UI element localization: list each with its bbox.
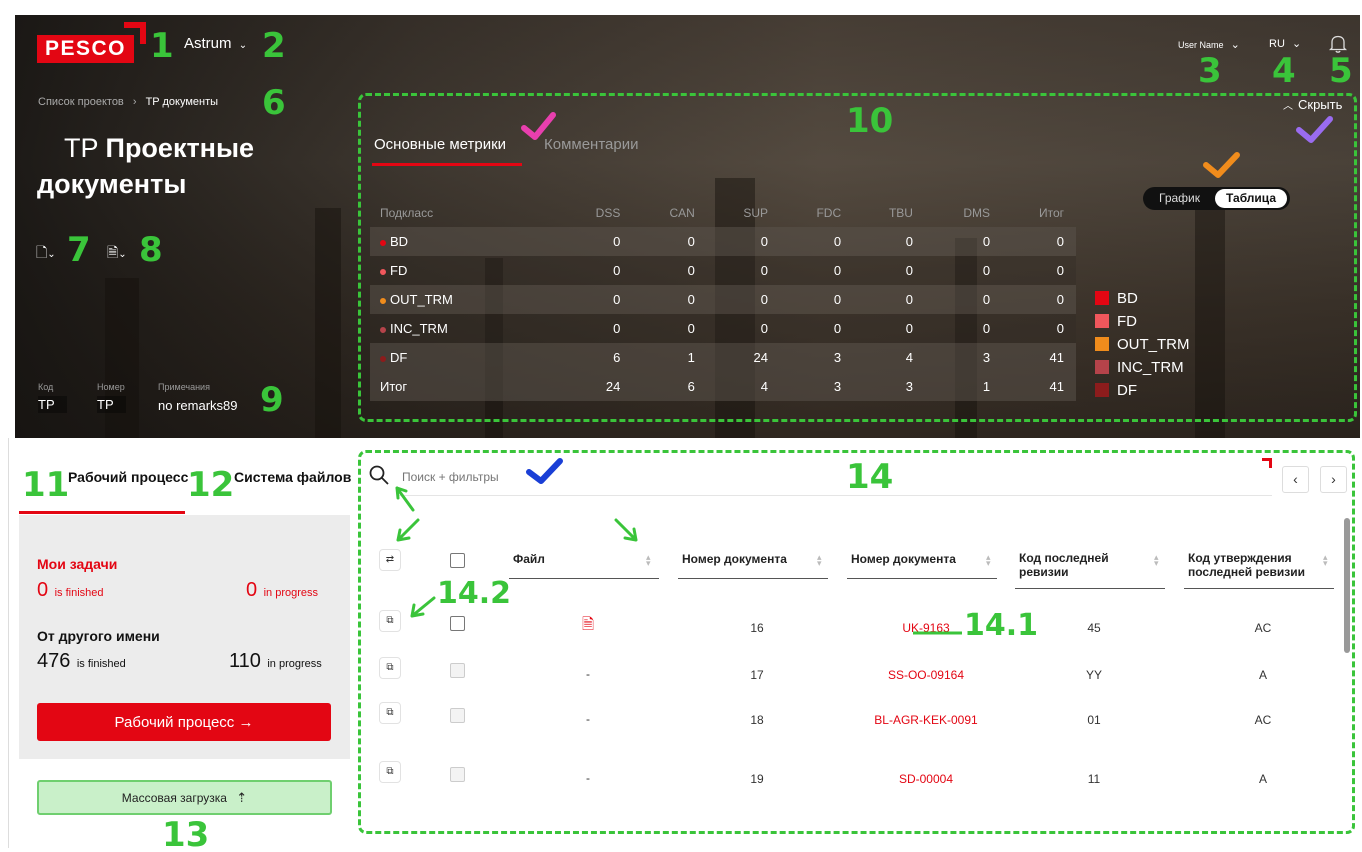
language-code: RU [1269, 38, 1285, 50]
annotation-3: 3 [1198, 51, 1222, 91]
language-selector[interactable]: RU ⌄ [1269, 37, 1301, 50]
workflow-button[interactable]: Рабочий процесс → [37, 703, 331, 741]
code-value: TP [38, 396, 67, 413]
other-progress-value: 110 [229, 650, 261, 672]
page-root: PESCO Astrum ⌄ User Name ⌄ RU ⌄ Список п… [0, 0, 1362, 852]
user-name: User Name [1178, 40, 1224, 50]
my-tasks-heading: Мои задачи [37, 556, 118, 572]
left-border [8, 438, 9, 848]
active-tab-underline [19, 511, 185, 514]
annotation-box-14 [358, 450, 1355, 834]
page-title-prefix: TP [64, 133, 99, 163]
other-heading: От другого имени [37, 628, 160, 644]
other-progress-label: in progress [267, 658, 322, 670]
breadcrumb-parent[interactable]: Список проектов [38, 96, 124, 108]
document-icon: 🗎 [107, 244, 119, 260]
chevron-down-icon: ⌄ [1230, 39, 1240, 51]
annotation-14-1: 14.1 [964, 608, 1039, 643]
annotation-6: 6 [262, 83, 286, 123]
project-name: Astrum [184, 35, 232, 52]
annotation-box-10 [358, 93, 1357, 422]
chevron-down-icon: ⌄ [1291, 38, 1302, 50]
other-progress-count: 110 in progress [229, 650, 322, 673]
my-progress-label: in progress [263, 587, 318, 599]
other-finished-label: is finished [76, 658, 126, 670]
upload-icon: ⇡ [236, 789, 248, 805]
number-value: TP [97, 396, 126, 413]
add-file-icon: 🗋 [36, 244, 48, 260]
notes-value: no remarks89 [158, 398, 238, 413]
document-actions-menu[interactable]: 🗎⌄ [107, 242, 127, 266]
chevron-down-icon: ⌄ [118, 249, 127, 260]
annotation-4: 4 [1272, 51, 1296, 91]
annotation-13: 13 [162, 815, 210, 852]
annotation-2: 2 [262, 26, 286, 66]
annotation-1: 1 [150, 26, 174, 66]
annotation-5: 5 [1329, 51, 1353, 91]
other-finished-value: 476 [37, 650, 71, 672]
annotation-11: 11 [22, 465, 70, 505]
breadcrumb-separator: › [132, 96, 137, 108]
annotation-7: 7 [67, 230, 91, 270]
number-label: Номер [97, 382, 125, 392]
chevron-down-icon: ⌄ [47, 249, 56, 260]
chevron-down-icon: ⌄ [238, 40, 248, 51]
notes-label: Примечания [158, 382, 210, 392]
other-finished-count: 476 is finished [37, 650, 126, 673]
my-progress-value: 0 [246, 579, 258, 601]
add-document-menu[interactable]: 🗋⌄ [36, 242, 56, 266]
user-menu[interactable]: User Name ⌄ [1178, 38, 1240, 51]
annotation-12: 12 [187, 465, 235, 505]
annotation-14-2: 14.2 [437, 576, 512, 611]
code-label: Код [38, 382, 54, 392]
annotation-9: 9 [260, 380, 284, 420]
tab-workflow[interactable]: Рабочий процесс [68, 469, 188, 486]
my-progress-count: 0 in progress [246, 579, 318, 602]
my-finished-count: 0 is finished [37, 579, 104, 602]
mass-upload-button[interactable]: Массовая загрузка ⇡ [37, 780, 332, 815]
page-title: TP Проектные документы [37, 130, 337, 202]
annotation-10: 10 [846, 101, 894, 141]
pesco-logo[interactable]: PESCO [37, 35, 134, 63]
my-finished-label: is finished [54, 587, 104, 599]
annotation-14: 14 [846, 457, 894, 497]
annotation-8: 8 [139, 230, 163, 270]
my-finished-value: 0 [37, 579, 49, 601]
breadcrumb: Список проектов › TP документы [38, 96, 218, 108]
tab-file-system[interactable]: Система файлов [234, 469, 351, 486]
mass-upload-label: Массовая загрузка [121, 790, 227, 805]
breadcrumb-current: TP документы [145, 96, 219, 108]
project-selector[interactable]: Astrum ⌄ [184, 35, 247, 52]
